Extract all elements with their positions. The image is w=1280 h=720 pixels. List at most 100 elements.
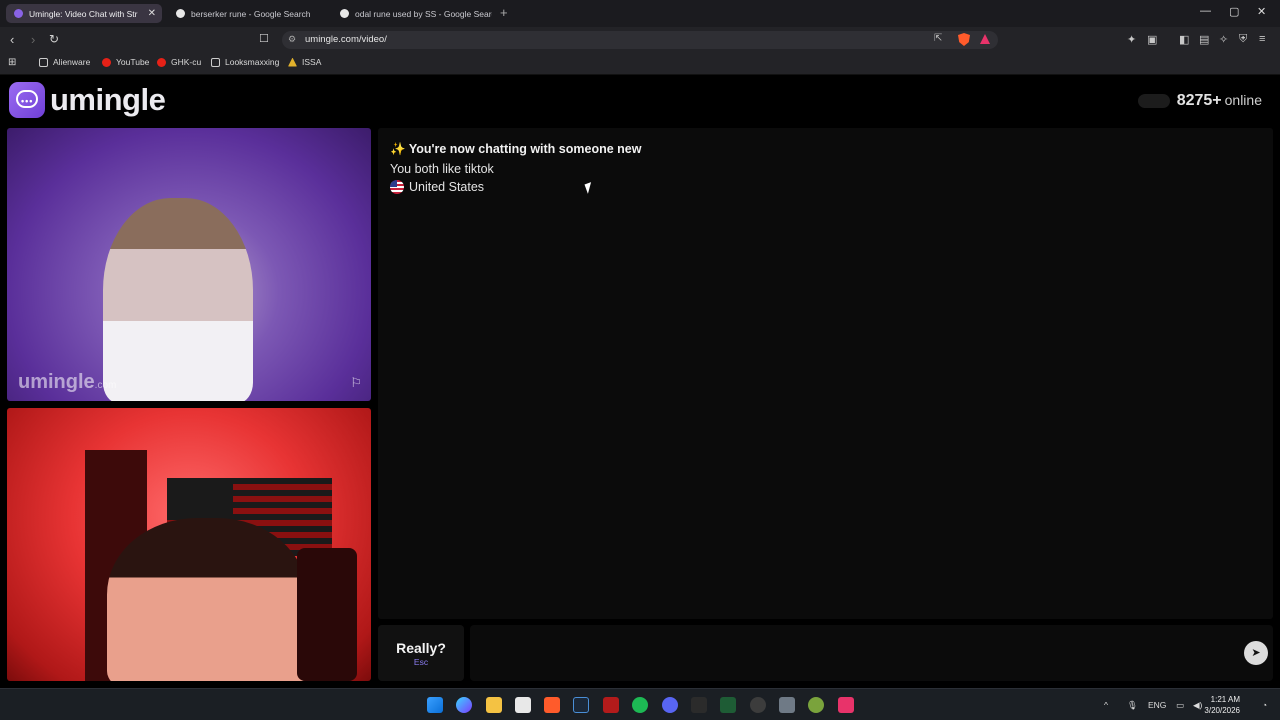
epic-games-icon[interactable] [691, 697, 707, 713]
stranger-figure [103, 198, 253, 401]
microphone-icon[interactable]: 🎙 [1127, 700, 1138, 711]
chat-status-text: You're now chatting with someone new [408, 142, 642, 156]
language-indicator[interactable]: ENG [1148, 700, 1166, 710]
clock-time: 1:21 AM [1210, 695, 1240, 704]
windows-taskbar: ^ 🎙 ENG ▭ ◀) 1:21 AM 3/20/2026 ◔ [0, 688, 1280, 720]
message-input[interactable]: ➤ [470, 625, 1273, 681]
maximize-icon[interactable]: ▢ [1229, 5, 1239, 18]
address-bar: ‹ › ↻ ☐ ⚙ umingle.com/video/ ⇱ ✦ ▣ ◧ ▤ ✧… [0, 27, 1280, 52]
tab-label: berserker rune - Google Search [191, 8, 311, 19]
bookmark-label: Looksmaxxing [225, 57, 280, 67]
forward-icon[interactable]: › [31, 32, 35, 47]
xbox-icon[interactable] [720, 697, 736, 713]
tab-search-icon[interactable]: ▣ [1147, 33, 1157, 46]
reload-icon[interactable]: ↻ [49, 32, 59, 46]
discord-icon[interactable] [662, 697, 678, 713]
clock-date: 3/20/2026 [1204, 706, 1240, 715]
bookmark-ghk-cu[interactable]: GHK-cu [157, 57, 201, 67]
steam-icon[interactable] [573, 697, 589, 713]
self-video [7, 408, 371, 681]
umingle-logo[interactable]: ••• umingle [9, 82, 166, 118]
chat-log: ✨ You're now chatting with someone new Y… [378, 128, 1273, 619]
app-pink-icon[interactable] [838, 697, 854, 713]
google-favicon-icon [176, 9, 185, 18]
sparkles-icon: ✨ [390, 142, 406, 156]
browser-tab-bar: Umingle: Video Chat with Str ✕ berserker… [0, 0, 1280, 27]
bookmark-label: YouTube [116, 57, 150, 67]
share-icon[interactable]: ⇱ [934, 33, 942, 44]
start-menu-icon[interactable] [427, 697, 443, 713]
report-flag-icon[interactable]: ⚐ [350, 375, 362, 391]
folder-icon [39, 57, 48, 67]
skip-button-label: Really? [396, 640, 446, 656]
gaming-chair [297, 548, 357, 681]
tab-odal-rune[interactable]: odal rune used by SS - Google Search [332, 4, 492, 23]
app-green-icon[interactable] [808, 697, 824, 713]
google-favicon-icon [340, 9, 349, 18]
tab-label: odal rune used by SS - Google Search [355, 8, 492, 19]
online-indicator: 8275+ online [1137, 92, 1262, 110]
bookmark-label: GHK-cu [171, 57, 202, 67]
site-info-icon[interactable]: ⚙ [288, 34, 296, 45]
file-explorer-icon[interactable] [486, 697, 502, 713]
us-flag-icon [390, 180, 404, 194]
country-label: United States [409, 180, 485, 194]
brave-shield-icon[interactable] [958, 33, 970, 46]
skip-button[interactable]: Really? Esc [378, 625, 464, 681]
extensions-icon[interactable]: ✦ [1127, 33, 1136, 46]
umingle-watermark: umingle.com [18, 371, 117, 393]
tab-umingle[interactable]: Umingle: Video Chat with Str ✕ [6, 4, 162, 23]
umingle-page: ••• umingle 8275+ online umingle.com ⚐ ✨… [0, 76, 1280, 688]
spotify-icon[interactable] [632, 697, 648, 713]
minimize-icon[interactable]: — [1200, 5, 1211, 17]
mouse-cursor [584, 182, 595, 194]
new-tab-icon[interactable]: + [500, 5, 508, 20]
sidebar-icon[interactable]: ◧ [1179, 33, 1189, 46]
close-window-icon[interactable]: ✕ [1257, 5, 1266, 18]
store-icon[interactable] [515, 697, 531, 713]
tab-label: Umingle: Video Chat with Str [29, 8, 138, 19]
network-icon[interactable]: ▭ [1176, 700, 1184, 711]
bookmark-label: Alienware [53, 57, 91, 67]
stranger-country: United States [390, 180, 484, 194]
folder-icon [211, 57, 220, 67]
close-tab-icon[interactable]: ✕ [148, 8, 156, 19]
stranger-video: umingle.com ⚐ [7, 128, 371, 401]
menu-icon[interactable]: ≡ [1259, 33, 1265, 45]
online-label: online [1224, 92, 1262, 108]
url-text: umingle.com/video/ [305, 34, 387, 45]
bookmark-alienware[interactable]: Alienware [39, 57, 90, 67]
volume-icon[interactable]: ◀) [1193, 700, 1202, 711]
online-toggle[interactable] [1137, 94, 1170, 108]
bookmark-youtube[interactable]: YouTube [102, 57, 149, 67]
bookmarks-bar: ⊞ Alienware YouTube GHK-cu Looksmaxxing … [0, 52, 1280, 75]
notification-icon[interactable]: ◔ [1262, 700, 1267, 710]
umingle-favicon-icon [14, 9, 23, 18]
youtube-icon [102, 57, 111, 67]
bookmark-icon[interactable]: ☐ [259, 32, 269, 45]
brave-rewards-icon[interactable] [980, 34, 990, 44]
wallet-icon[interactable]: ▤ [1199, 33, 1209, 46]
bookmark-looksmaxxing[interactable]: Looksmaxxing [211, 57, 279, 67]
back-icon[interactable]: ‹ [10, 32, 14, 47]
app-settings-icon[interactable] [750, 697, 766, 713]
bookmark-issa[interactable]: ISSA [288, 57, 321, 67]
url-field[interactable]: ⚙ umingle.com/video/ ⇱ [282, 31, 998, 49]
copilot-icon[interactable] [456, 697, 472, 713]
shared-interest: You both like tiktok [390, 162, 494, 176]
app-red-icon[interactable] [603, 697, 619, 713]
logo-text: umingle [50, 82, 166, 117]
system-clock[interactable]: 1:21 AM 3/20/2026 [1204, 694, 1240, 716]
issa-icon [288, 57, 297, 67]
youtube-icon [157, 57, 166, 67]
send-icon[interactable]: ➤ [1244, 641, 1268, 665]
settings-icon[interactable] [779, 697, 795, 713]
brave-icon[interactable] [544, 697, 560, 713]
apps-grid-icon[interactable]: ⊞ [8, 57, 16, 68]
tab-berserker-rune[interactable]: berserker rune - Google Search [168, 4, 328, 23]
vpn-icon[interactable]: ⛨ [1239, 33, 1247, 46]
tray-overflow-icon[interactable]: ^ [1104, 700, 1108, 710]
skip-shortcut-hint: Esc [413, 657, 429, 667]
chat-bubble-logo-icon: ••• [9, 82, 45, 118]
leo-ai-icon[interactable]: ✧ [1219, 33, 1228, 46]
